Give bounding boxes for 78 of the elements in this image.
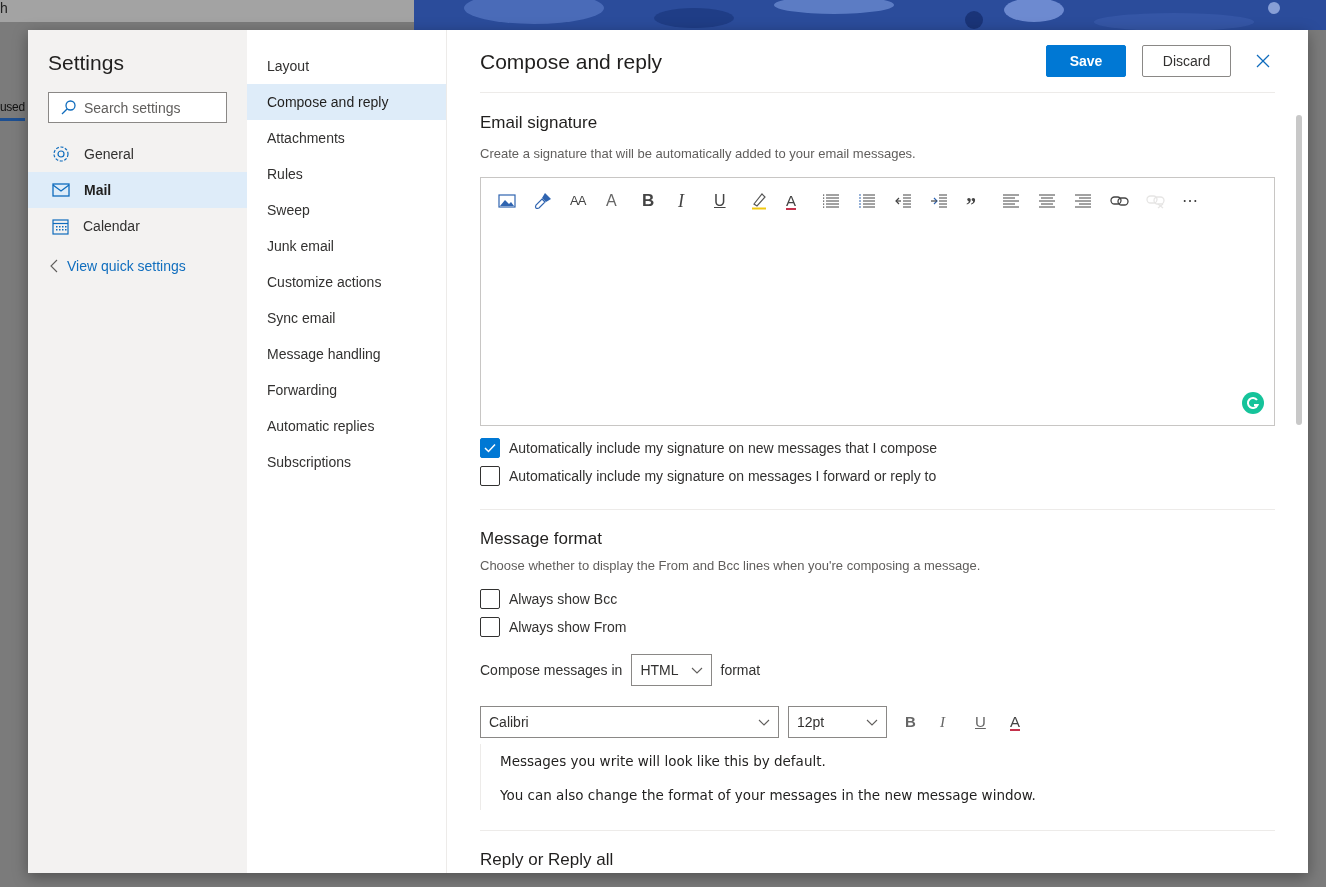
paintbrush-icon[interactable]: [534, 192, 552, 210]
highlighter-icon[interactable]: [750, 192, 768, 210]
search-icon: [61, 100, 76, 115]
search-field[interactable]: Search settings: [48, 92, 227, 123]
more-options-button[interactable]: ⋯: [1182, 191, 1198, 211]
page-title: Compose and reply: [480, 49, 664, 74]
focused-tab[interactable]: used: [0, 100, 25, 121]
subnav-item[interactable]: Sweep: [247, 192, 446, 228]
chevron-down-icon: [690, 666, 703, 674]
font-color-button[interactable]: A: [1010, 713, 1020, 731]
bold-button[interactable]: B: [905, 712, 916, 732]
save-button[interactable]: Save: [1046, 45, 1126, 77]
chevron-left-icon: [50, 259, 58, 273]
italic-button[interactable]: I: [940, 712, 945, 732]
subnav-item[interactable]: Subscriptions: [247, 444, 446, 480]
close-icon[interactable]: [1256, 54, 1270, 68]
chevron-down-icon: [866, 718, 878, 726]
image-icon[interactable]: [498, 193, 516, 209]
subnav-item[interactable]: Attachments: [247, 120, 446, 156]
subnav-item[interactable]: Junk email: [247, 228, 446, 264]
preview-text: You can also change the format of your messages in the new message window.: [500, 786, 1037, 805]
section-description: Choose whether to display the From and Bcc lines when you're composing a message.: [480, 558, 982, 574]
numbered-list-icon[interactable]: [858, 192, 876, 210]
quick-settings-link[interactable]: View quick settings: [67, 258, 186, 274]
chevron-down-icon: [758, 718, 770, 726]
font-dropdown[interactable]: Calibri: [480, 706, 779, 738]
subnav-item[interactable]: Rules: [247, 156, 446, 192]
category-item[interactable]: General: [28, 136, 247, 172]
grammarly-icon: [1242, 392, 1264, 414]
subnav-item[interactable]: Automatic replies: [247, 408, 446, 444]
outdent-icon[interactable]: [894, 192, 912, 210]
subnav-item[interactable]: Message handling: [247, 336, 446, 372]
font-size-button[interactable]: AA: [570, 191, 586, 211]
subnav-item[interactable]: Forwarding: [247, 372, 446, 408]
subnav-item[interactable]: Layout: [247, 48, 446, 84]
checkmark-icon: [484, 443, 496, 453]
preview-text: Messages you write will look like this by default.: [500, 752, 827, 771]
discard-button[interactable]: Discard: [1142, 45, 1231, 77]
quote-button[interactable]: ”: [966, 191, 976, 211]
section-description: Create a signature that will be automatically added to your email messages.: [480, 146, 917, 162]
checkbox-label: Automatically include my signature on new messages that I compose: [509, 440, 937, 456]
checkbox[interactable]: [480, 617, 500, 637]
signature-editor[interactable]: AA A B I U A ” ⋯: [480, 177, 1275, 426]
align-center-icon[interactable]: [1038, 192, 1056, 210]
bullet-list-icon[interactable]: [822, 192, 840, 210]
bold-button[interactable]: B: [642, 191, 655, 211]
calendar-icon: [52, 217, 69, 235]
subnav-item[interactable]: Compose and reply: [247, 84, 446, 120]
checkbox[interactable]: [480, 438, 500, 458]
section-heading: Message format: [480, 528, 603, 550]
checkbox[interactable]: [480, 466, 500, 486]
gear-icon: [52, 145, 70, 163]
link-icon[interactable]: [1110, 194, 1130, 208]
align-right-icon[interactable]: [1074, 192, 1092, 210]
subnav-item[interactable]: Sync email: [247, 300, 446, 336]
underline-button[interactable]: U: [975, 712, 986, 732]
underline-button[interactable]: U: [714, 191, 726, 211]
format-dropdown[interactable]: HTML: [631, 654, 712, 686]
italic-button[interactable]: I: [678, 191, 684, 211]
align-left-icon[interactable]: [1002, 192, 1020, 210]
compose-label: Compose messages in: [480, 662, 623, 678]
format-label: format: [720, 662, 761, 678]
section-heading: Reply or Reply all: [480, 849, 615, 871]
section-heading: Email signature: [480, 112, 599, 134]
checkbox-label: Automatically include my signature on messages I forward or reply to: [509, 468, 937, 484]
mail-icon: [52, 183, 70, 197]
checkbox-label: Always show From: [509, 619, 627, 635]
font-size-dropdown[interactable]: 12pt: [788, 706, 887, 738]
font-color-button[interactable]: A: [786, 192, 796, 210]
indent-icon[interactable]: [930, 192, 948, 210]
checkbox[interactable]: [480, 589, 500, 609]
subnav-item[interactable]: Customize actions: [247, 264, 446, 300]
category-item[interactable]: Calendar: [28, 208, 247, 244]
category-item[interactable]: Mail: [28, 172, 247, 208]
grow-font-button[interactable]: A: [606, 191, 617, 211]
search-box-text: h: [0, 0, 8, 16]
checkbox-label: Always show Bcc: [509, 591, 618, 607]
settings-title: Settings: [47, 50, 125, 76]
